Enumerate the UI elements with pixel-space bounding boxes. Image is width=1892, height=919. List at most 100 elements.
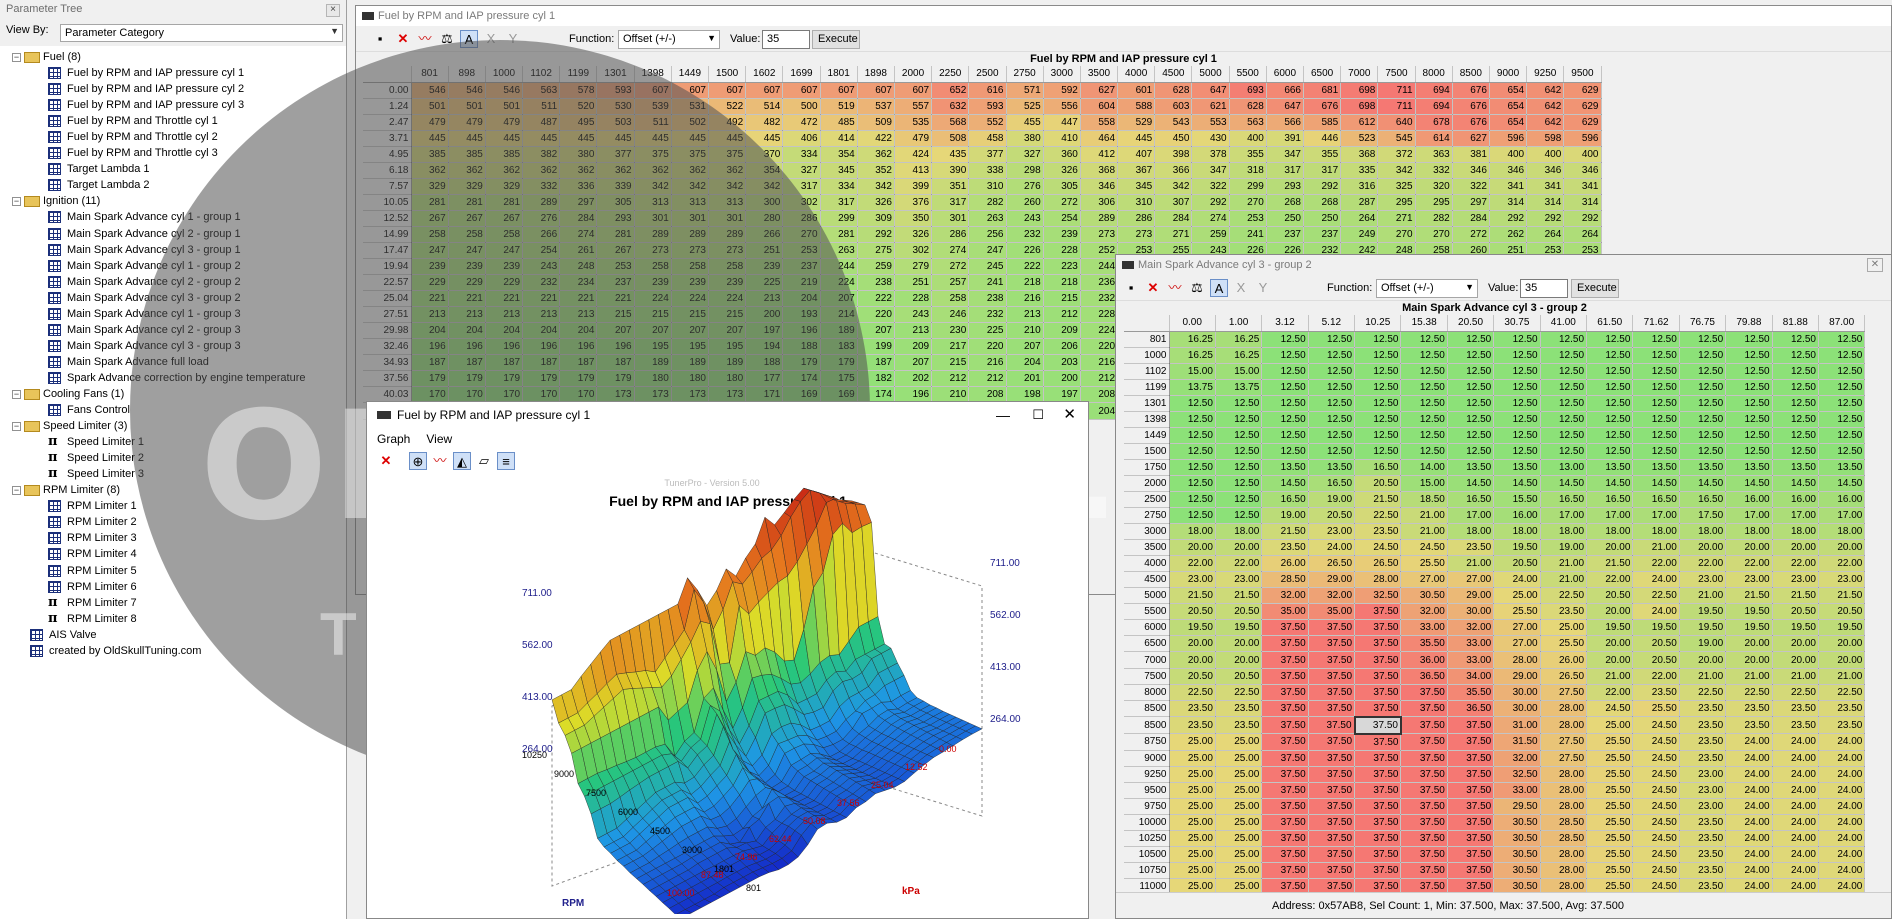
table-cell[interactable]: 596 xyxy=(1489,130,1528,147)
table-cell[interactable]: 578 xyxy=(559,82,598,99)
row-header[interactable]: 2750 xyxy=(1124,507,1170,525)
table-cell[interactable]: 232 xyxy=(522,274,561,292)
close-icon[interactable]: × xyxy=(326,4,340,17)
table-cell[interactable]: 22.50 xyxy=(1772,684,1819,701)
close-icon[interactable]: ✕ xyxy=(1867,258,1883,272)
row-header[interactable]: 32.46 xyxy=(363,338,412,356)
table-cell[interactable]: 546 xyxy=(411,82,449,99)
table-cell[interactable]: 179 xyxy=(411,370,449,388)
table-cell[interactable]: 12.50 xyxy=(1725,363,1773,380)
table-cell[interactable]: 25.50 xyxy=(1400,555,1448,573)
table-cell[interactable]: 12.50 xyxy=(1447,411,1495,428)
row-header[interactable]: 4500 xyxy=(1124,571,1170,589)
column-header[interactable]: 0.00 xyxy=(1169,315,1216,332)
table-cell[interactable]: 12.50 xyxy=(1354,443,1402,460)
table-cell[interactable]: 23.50 xyxy=(1725,700,1773,718)
table-cell[interactable]: 258 xyxy=(485,226,524,244)
table-cell[interactable]: 20.00 xyxy=(1818,651,1866,669)
table-cell[interactable]: 195 xyxy=(634,338,672,356)
row-header[interactable]: 8500 xyxy=(1124,716,1170,735)
table-cell[interactable]: 196 xyxy=(559,338,598,356)
table-cell[interactable]: 13.50 xyxy=(1308,459,1356,476)
table-cell[interactable]: 22.50 xyxy=(1818,684,1866,701)
table-cell[interactable]: 33.00 xyxy=(1447,651,1495,669)
tree-item[interactable]: RPM Limiter 3 xyxy=(0,530,346,546)
table-cell[interactable]: 16.00 xyxy=(1725,491,1773,509)
table-cell[interactable]: 270 xyxy=(1415,226,1453,244)
table-cell[interactable]: 270 xyxy=(1229,194,1267,211)
table-cell[interactable]: 199 xyxy=(857,338,895,356)
table-cell[interactable]: 612 xyxy=(1340,114,1379,131)
table-cell[interactable]: 274 xyxy=(931,242,970,260)
table-cell[interactable]: 30.50 xyxy=(1493,846,1541,863)
table-cell[interactable]: 37.50 xyxy=(1447,830,1495,847)
table-cell[interactable]: 237 xyxy=(1266,226,1305,244)
column-header[interactable]: 8000 xyxy=(1415,66,1453,83)
row-header[interactable]: 7500 xyxy=(1124,668,1170,685)
table-cell[interactable]: 37.50 xyxy=(1308,668,1356,685)
table-cell[interactable]: 272 xyxy=(1043,194,1081,211)
row-header[interactable]: 2000 xyxy=(1124,475,1170,493)
table-cell[interactable]: 224 xyxy=(820,274,858,292)
table-cell[interactable]: 15.00 xyxy=(1400,475,1448,493)
table-cell[interactable]: 327 xyxy=(1006,146,1044,163)
table-cell[interactable]: 12.50 xyxy=(1169,491,1216,509)
scale-icon[interactable]: X xyxy=(482,30,500,48)
table-cell[interactable]: 187 xyxy=(522,354,561,372)
table-cell[interactable]: 37.50 xyxy=(1447,814,1495,831)
row-header[interactable]: 34.93 xyxy=(363,354,412,372)
table-cell[interactable]: 12.50 xyxy=(1215,411,1263,428)
table-cell[interactable]: 301 xyxy=(634,210,672,227)
table-cell[interactable]: 32.00 xyxy=(1308,587,1356,605)
table-cell[interactable]: 237 xyxy=(1303,226,1342,244)
table-cell[interactable]: 22.50 xyxy=(1354,507,1402,525)
table-cell[interactable]: 317 xyxy=(931,194,970,211)
table-cell[interactable]: 261 xyxy=(559,242,598,260)
table-cell[interactable]: 196 xyxy=(596,338,635,356)
table-cell[interactable]: 24.00 xyxy=(1725,814,1773,831)
collapse-icon[interactable]: − xyxy=(12,197,21,207)
table-cell[interactable]: 23.50 xyxy=(1679,846,1727,863)
tree-item[interactable]: π Speed Limiter 2 xyxy=(0,450,346,466)
table-cell[interactable]: 320 xyxy=(1415,178,1453,195)
table-cell[interactable]: 28.50 xyxy=(1261,571,1309,589)
table-cell[interactable]: 12.50 xyxy=(1400,347,1448,364)
table-cell[interactable]: 27.00 xyxy=(1447,571,1495,589)
table-cell[interactable]: 37.50 xyxy=(1354,635,1402,653)
table-cell[interactable]: 31.00 xyxy=(1493,716,1541,735)
table-cell[interactable]: 22.50 xyxy=(1540,587,1588,605)
row-header[interactable]: 9750 xyxy=(1124,798,1170,815)
table-cell[interactable]: 20.00 xyxy=(1586,539,1634,557)
table-cell[interactable]: 31.50 xyxy=(1493,733,1541,751)
table-cell[interactable]: 286 xyxy=(931,226,970,244)
table-cell[interactable]: 20.00 xyxy=(1215,539,1263,557)
row-header[interactable]: 29.98 xyxy=(363,322,412,340)
table-cell[interactable]: 30.50 xyxy=(1493,814,1541,831)
collapse-icon[interactable]: − xyxy=(12,389,21,399)
table-cell[interactable]: 12.50 xyxy=(1632,411,1680,428)
table-cell[interactable]: 204 xyxy=(485,322,524,340)
table-cell[interactable]: 23.50 xyxy=(1261,539,1309,557)
table-cell[interactable]: 196 xyxy=(522,338,561,356)
table-cell[interactable]: 24.50 xyxy=(1632,846,1680,863)
table-cell[interactable]: 12.50 xyxy=(1354,363,1402,380)
table-cell[interactable]: 313 xyxy=(708,194,747,211)
menu-graph[interactable]: Graph xyxy=(377,432,410,446)
table-cell[interactable]: 25.50 xyxy=(1586,862,1634,880)
table-cell[interactable]: 28.00 xyxy=(1540,716,1588,735)
table-cell[interactable]: 546 xyxy=(485,82,524,99)
column-header[interactable]: 76.75 xyxy=(1679,315,1727,332)
table-cell[interactable]: 23.50 xyxy=(1679,716,1727,735)
table-cell[interactable]: 366 xyxy=(1154,162,1193,179)
table-cell[interactable]: 37.50 xyxy=(1447,733,1495,751)
table-cell[interactable]: 273 xyxy=(708,242,747,260)
table-cell[interactable]: 12.50 xyxy=(1493,347,1541,364)
table-cell[interactable]: 632 xyxy=(931,98,970,115)
table-cell[interactable]: 12.50 xyxy=(1261,443,1309,460)
table-cell[interactable]: 381 xyxy=(1452,146,1490,163)
table-cell[interactable]: 24.00 xyxy=(1818,782,1866,799)
table-cell[interactable]: 262 xyxy=(1489,226,1528,244)
table-cell[interactable]: 326 xyxy=(894,226,933,244)
table-cell[interactable]: 12.50 xyxy=(1261,363,1309,380)
table-cell[interactable]: 19.00 xyxy=(1679,635,1727,653)
